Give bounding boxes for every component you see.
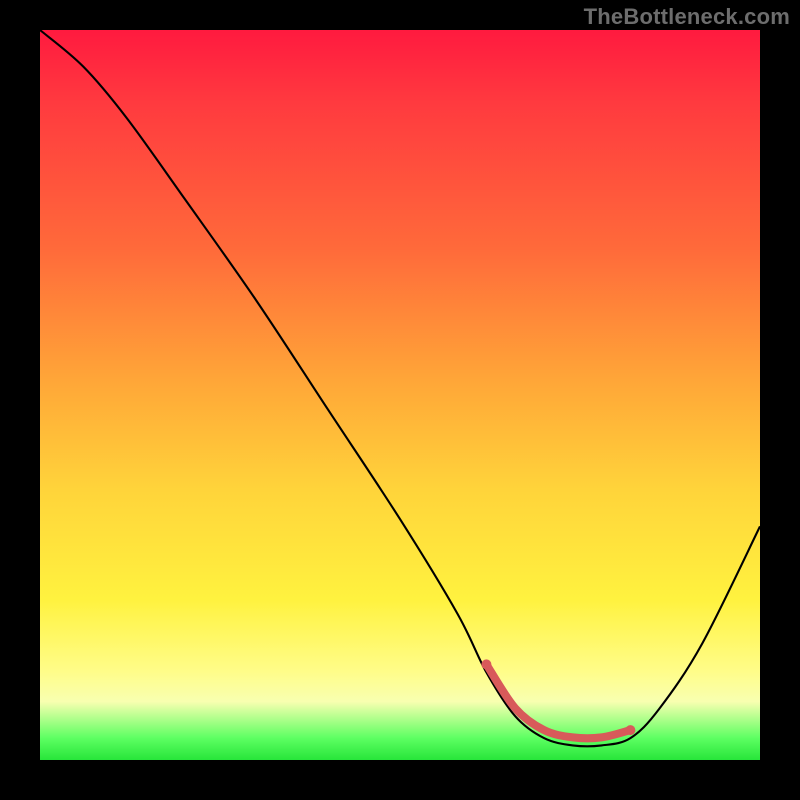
plot-area — [40, 30, 760, 760]
bottleneck-curve — [40, 30, 760, 746]
watermark-text: TheBottleneck.com — [584, 4, 790, 30]
sweet-spot-end-dot — [625, 725, 635, 735]
sweet-spot-start-dot — [481, 659, 491, 669]
chart-frame: TheBottleneck.com — [0, 0, 800, 800]
curve-svg — [40, 30, 760, 760]
sweet-spot-segment — [486, 664, 630, 738]
